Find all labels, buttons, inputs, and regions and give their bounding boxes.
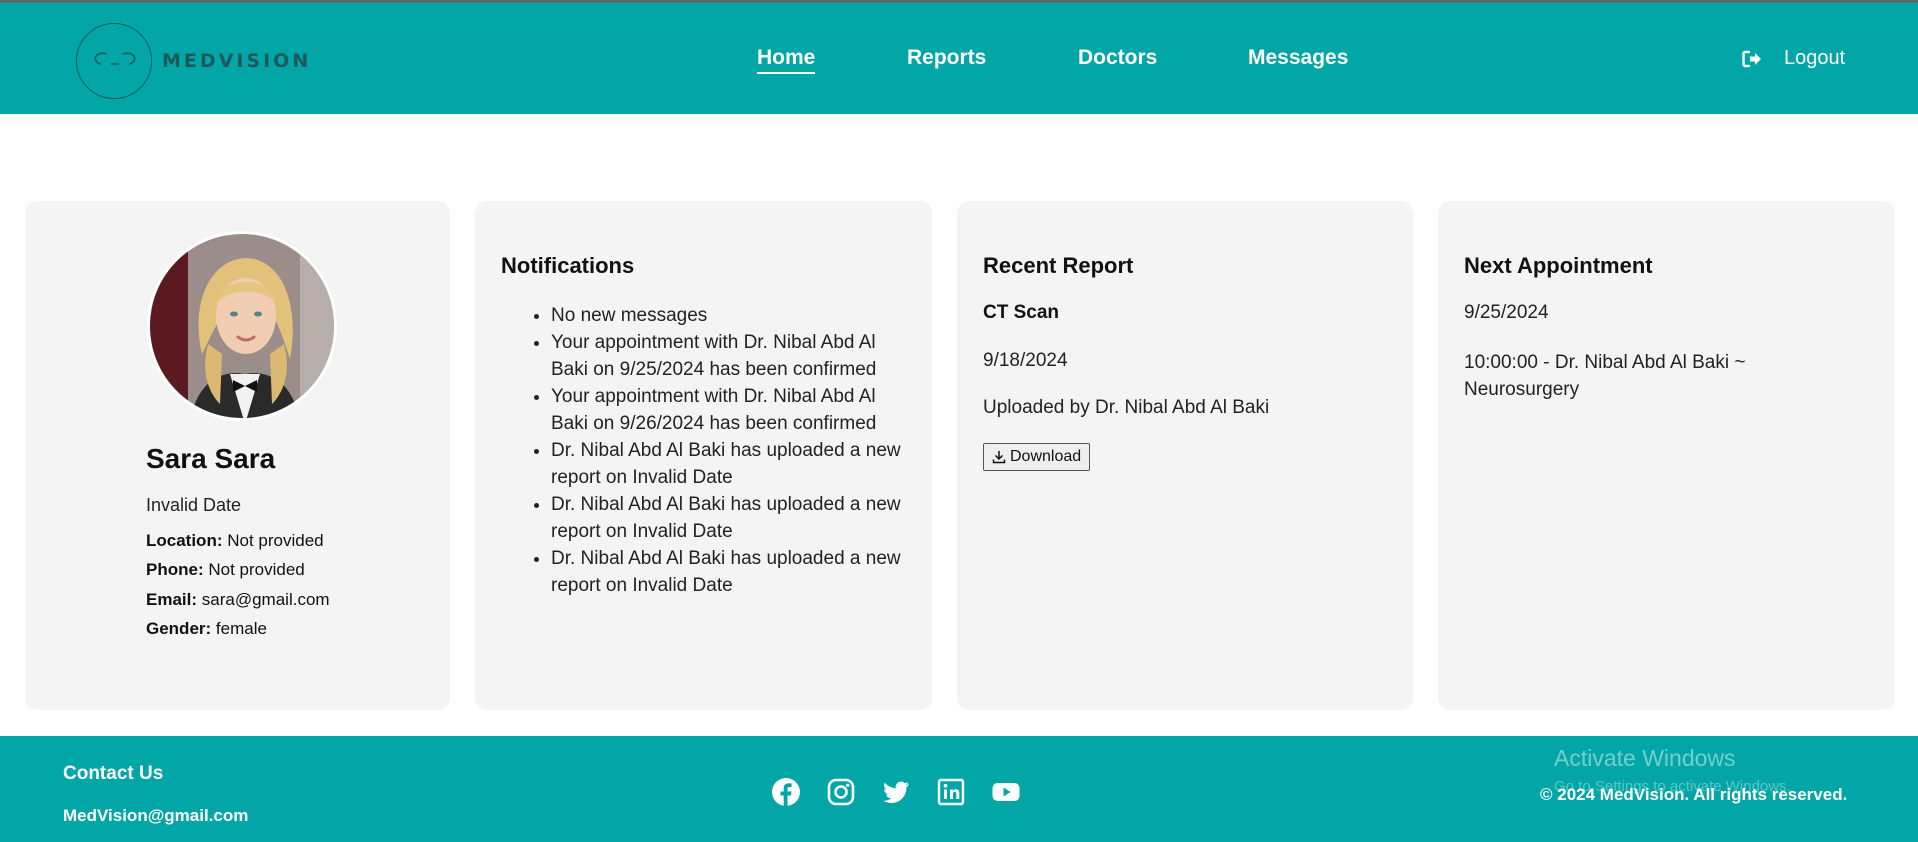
profile-location: Location: Not provided [146, 531, 324, 551]
site-footer: Contact Us MedVision@gmail.com Activate … [0, 736, 1918, 842]
twitter-icon[interactable] [881, 777, 911, 807]
profile-card: Sara Sara Invalid Date Location: Not pro… [25, 201, 450, 710]
profile-email: Email: sara@gmail.com [146, 590, 330, 610]
next-appointment-title: Next Appointment [1464, 253, 1653, 278]
avatar [147, 231, 337, 421]
download-icon [992, 451, 1006, 464]
field-value: Not provided [208, 560, 305, 579]
contact-us-heading: Contact Us [63, 763, 164, 784]
field-label: Location: [146, 531, 223, 550]
logout-button[interactable]: Logout [1742, 47, 1845, 70]
notifications-card: Notifications No new messages Your appoi… [475, 201, 932, 710]
recent-report-card: Recent Report CT Scan 9/18/2024 Uploaded… [957, 201, 1413, 710]
nav-messages-link[interactable]: Messages [1248, 46, 1348, 70]
linkedin-icon[interactable] [936, 777, 966, 807]
report-type: CT Scan [983, 302, 1060, 323]
logout-label: Logout [1784, 47, 1846, 69]
profile-phone: Phone: Not provided [146, 560, 305, 580]
nav-home-link[interactable]: Home [757, 46, 816, 74]
notification-item: Dr. Nibal Abd Al Baki has uploaded a new… [551, 545, 916, 599]
profile-dob: Invalid Date [146, 495, 242, 515]
social-links [771, 777, 1021, 807]
os-activation-title: Activate Windows [1554, 745, 1736, 771]
report-uploader: Uploaded by Dr. Nibal Abd Al Baki [983, 397, 1270, 418]
field-label: Phone: [146, 560, 204, 579]
copyright-text: © 2024 MedVision. All rights reserved. [1540, 785, 1848, 804]
nav-reports-link[interactable]: Reports [907, 46, 986, 70]
notification-item: Your appointment with Dr. Nibal Abd Al B… [551, 329, 916, 383]
facebook-icon[interactable] [771, 777, 801, 807]
notification-item: No new messages [551, 302, 916, 329]
contact-email[interactable]: MedVision@gmail.com [63, 806, 248, 826]
download-button[interactable]: Download [983, 443, 1091, 471]
notification-item: Dr. Nibal Abd Al Baki has uploaded a new… [551, 437, 916, 491]
next-appointment-card: Next Appointment 9/25/2024 10:00:00 - Dr… [1438, 201, 1895, 710]
notification-item: Your appointment with Dr. Nibal Abd Al B… [551, 383, 916, 437]
field-value: female [215, 619, 267, 638]
report-date: 9/18/2024 [983, 350, 1068, 371]
profile-name: Sara Sara [146, 443, 276, 474]
instagram-icon[interactable] [826, 777, 856, 807]
main-nav: Home Reports Doctors Messages [0, 46, 1918, 76]
profile-gender: Gender: female [146, 619, 267, 639]
appointment-detail: 10:00:00 - Dr. Nibal Abd Al Baki ~ Neuro… [1464, 352, 1746, 400]
field-value: sara@gmail.com [201, 590, 330, 609]
field-label: Gender: [146, 619, 212, 638]
sign-out-icon [1742, 50, 1761, 67]
top-navbar: MEDVISION Home Reports Doctors Messages … [0, 3, 1918, 114]
appointment-date: 9/25/2024 [1464, 302, 1549, 323]
notification-item: Dr. Nibal Abd Al Baki has uploaded a new… [551, 491, 916, 545]
youtube-icon[interactable] [991, 777, 1021, 807]
notifications-title: Notifications [501, 253, 635, 278]
notifications-list: No new messages Your appointment with Dr… [551, 302, 916, 599]
field-label: Email: [146, 590, 198, 609]
field-value: Not provided [227, 531, 324, 550]
download-label: Download [1010, 448, 1082, 465]
recent-report-title: Recent Report [983, 253, 1134, 278]
nav-doctors-link[interactable]: Doctors [1078, 46, 1157, 70]
